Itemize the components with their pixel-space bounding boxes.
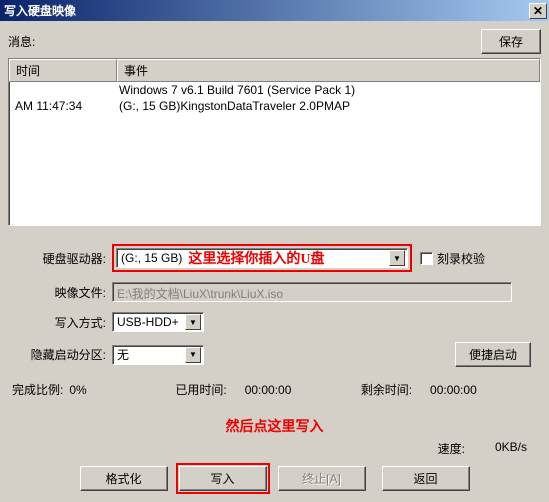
- dialog-content: 消息: 保存 时间 事件 Windows 7 v6.1 Build 7601 (…: [0, 21, 549, 502]
- annotation-drive-highlight: (G:, 15 GB) 这里选择你插入的U盘 ▼: [112, 244, 412, 272]
- write-method-select[interactable]: USB-HDD+ ▼: [112, 312, 204, 332]
- image-file-field: E:\我的文档\LiuX\trunk\LiuX.iso: [112, 282, 512, 302]
- window-title: 写入硬盘映像: [4, 2, 529, 19]
- annotation-write-note: 然后点这里写入: [8, 416, 541, 436]
- log-event: (G:, 15 GB)KingstonDataTraveler 2.0PMAP: [117, 98, 540, 114]
- drive-select[interactable]: (G:, 15 GB) 这里选择你插入的U盘 ▼: [116, 248, 408, 268]
- col-event-header[interactable]: 事件: [117, 59, 540, 82]
- status-row: 完成比例: 0% 已用时间: 00:00:00 剩余时间: 00:00:00: [12, 381, 537, 398]
- hidden-partition-value: 无: [117, 346, 129, 363]
- elapsed-label: 已用时间:: [175, 381, 226, 398]
- write-button[interactable]: 写入: [179, 466, 267, 491]
- log-time: [9, 82, 117, 98]
- speed-label: 速度:: [438, 440, 465, 457]
- convenient-boot-button[interactable]: 便捷启动: [455, 342, 531, 367]
- chevron-down-icon[interactable]: ▼: [185, 314, 201, 330]
- complete-value: 0%: [69, 383, 129, 397]
- verify-label: 刻录校验: [437, 250, 485, 267]
- drive-label: 硬盘驱动器:: [8, 250, 112, 267]
- log-listbox[interactable]: 时间 事件 Windows 7 v6.1 Build 7601 (Service…: [8, 58, 541, 226]
- chevron-down-icon[interactable]: ▼: [389, 250, 405, 266]
- col-time-header[interactable]: 时间: [9, 59, 117, 82]
- verify-checkbox[interactable]: [420, 252, 433, 265]
- drive-note: 这里选择你插入的U盘: [188, 248, 324, 268]
- back-button[interactable]: 返回: [382, 466, 470, 491]
- log-time: AM 11:47:34: [9, 98, 117, 114]
- hidden-partition-select[interactable]: 无 ▼: [112, 345, 204, 365]
- format-button[interactable]: 格式化: [80, 466, 168, 491]
- action-row: 格式化 写入 终止[A] 返回: [8, 463, 541, 494]
- write-method-value: USB-HDD+: [117, 315, 179, 329]
- chevron-down-icon[interactable]: ▼: [185, 347, 201, 363]
- log-event: Windows 7 v6.1 Build 7601 (Service Pack …: [117, 82, 540, 98]
- complete-label: 完成比例:: [12, 381, 63, 398]
- elapsed-value: 00:00:00: [245, 383, 325, 397]
- write-method-label: 写入方式:: [8, 314, 112, 331]
- remain-value: 00:00:00: [430, 383, 477, 397]
- message-label: 消息:: [8, 33, 481, 50]
- log-row: Windows 7 v6.1 Build 7601 (Service Pack …: [9, 82, 540, 98]
- image-file-label: 映像文件:: [8, 284, 112, 301]
- log-header: 时间 事件: [9, 59, 540, 82]
- log-row: AM 11:47:34 (G:, 15 GB)KingstonDataTrave…: [9, 98, 540, 114]
- annotation-write-highlight: 写入: [176, 463, 270, 494]
- title-bar: 写入硬盘映像 ✕: [0, 0, 549, 21]
- drive-value: (G:, 15 GB): [121, 251, 182, 265]
- speed-value: 0KB/s: [495, 440, 527, 457]
- save-button[interactable]: 保存: [481, 29, 541, 54]
- remain-label: 剩余时间:: [361, 381, 412, 398]
- close-button[interactable]: ✕: [529, 3, 547, 19]
- hidden-partition-label: 隐藏启动分区:: [8, 346, 112, 363]
- abort-button: 终止[A]: [278, 466, 366, 491]
- close-icon: ✕: [533, 4, 543, 18]
